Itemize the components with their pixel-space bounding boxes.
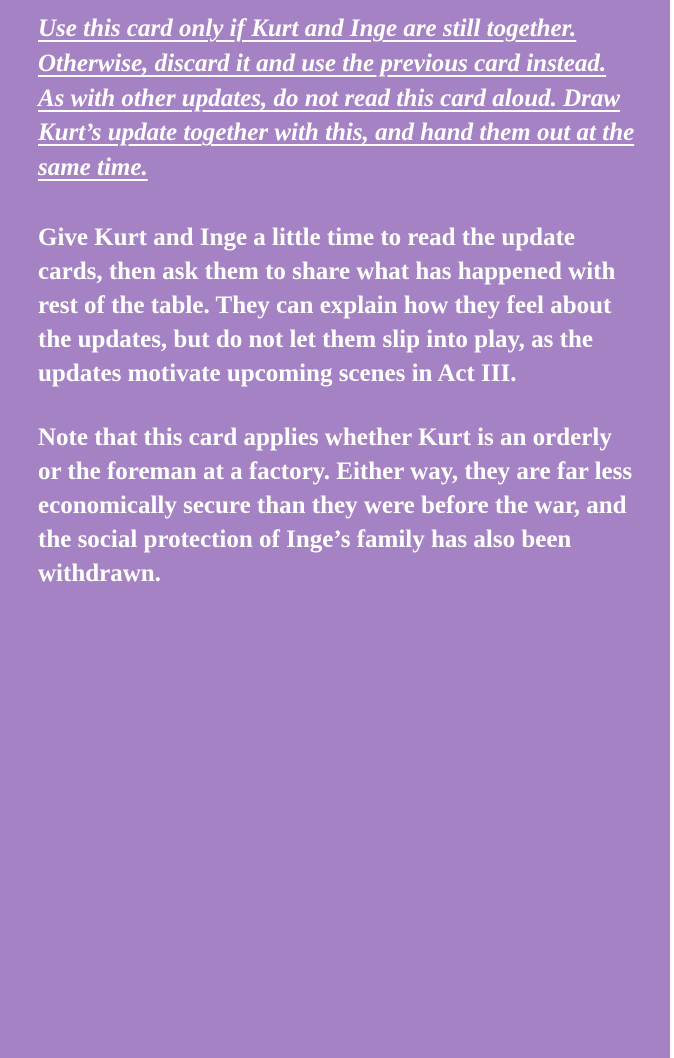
card-instruction-text: Use this card only if Kurt and Inge are … xyxy=(38,15,635,182)
card-paragraph-read-updates: Give Kurt and Inge a little time to read… xyxy=(38,223,616,387)
update-card: Use this card only if Kurt and Inge are … xyxy=(0,0,674,1058)
card-paragraph-applies-note: Note that this card applies whether Kurt… xyxy=(38,423,633,587)
card-right-edge xyxy=(670,0,674,1058)
